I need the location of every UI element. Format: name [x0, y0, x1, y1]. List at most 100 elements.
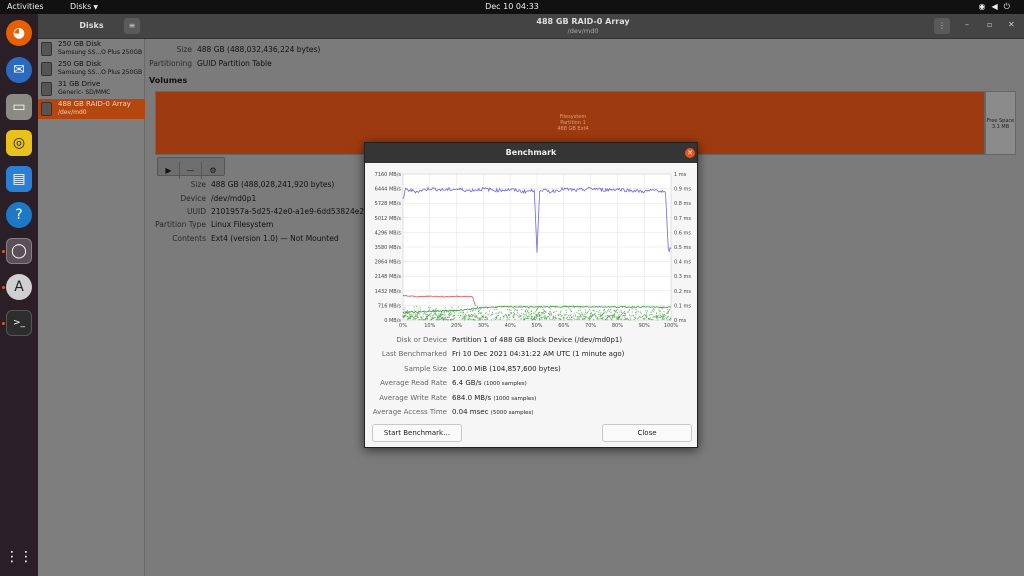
access-time-point [506, 319, 508, 321]
disk-item-selected[interactable]: 488 GB RAID-0 Array /dev/md0 [38, 99, 145, 119]
access-time-point [487, 314, 489, 316]
access-time-point [563, 319, 565, 321]
access-time-point [490, 314, 492, 317]
disks-icon[interactable]: ◯ [6, 238, 32, 264]
terminal-icon[interactable]: >_ [6, 310, 32, 336]
show-applications-icon[interactable]: ⋮⋮ [5, 544, 33, 570]
access-time-point [596, 311, 598, 313]
access-time-point [559, 311, 561, 313]
access-time-point [428, 308, 431, 310]
access-time-point [422, 313, 425, 315]
access-time-point [425, 315, 427, 317]
access-time-point [607, 309, 610, 311]
access-time-point [525, 309, 527, 311]
access-time-point [531, 316, 534, 318]
close-button[interactable]: Close [602, 424, 692, 442]
thunderbird-icon[interactable]: ✉ [6, 57, 32, 83]
minimize-icon[interactable]: – [965, 20, 969, 29]
play-icon[interactable]: ▶ [158, 162, 180, 179]
access-time-point [464, 313, 466, 316]
access-time-point [454, 317, 456, 319]
free-space-volume[interactable]: Free Space 3.1 MB [985, 91, 1016, 155]
minus-icon[interactable]: — [180, 162, 202, 179]
access-time-point [640, 317, 642, 319]
access-time-point [606, 317, 609, 319]
access-time-label: Average Access Time [372, 408, 447, 416]
drive-options-icon[interactable]: ⋮ [934, 18, 950, 34]
access-time-point [538, 311, 540, 314]
sample-size-value: 100.0 MiB (104,857,600 bytes) [452, 365, 561, 373]
software-updater-icon[interactable]: A [6, 274, 32, 300]
access-time-point [513, 317, 515, 319]
access-time-point [463, 313, 465, 315]
free-space-size: 3.1 MB [991, 124, 1010, 130]
access-time-point [458, 312, 460, 314]
window-close-icon[interactable]: ✕ [1008, 20, 1015, 29]
y2-tick-label: 0.7 ms [674, 216, 691, 222]
help-icon[interactable]: ? [6, 202, 32, 228]
access-time-point [654, 309, 656, 311]
rhythmbox-icon[interactable]: ◎ [6, 130, 32, 156]
firefox-icon[interactable]: ◕ [6, 20, 32, 46]
access-time-point [516, 309, 519, 311]
access-time-point [480, 316, 482, 319]
access-time-point [403, 308, 405, 311]
access-time-point [527, 310, 529, 312]
access-time-point [435, 307, 437, 310]
access-time-point [472, 309, 474, 311]
access-time-point [534, 319, 536, 321]
access-time-point [623, 319, 625, 321]
access-time-point [648, 314, 651, 316]
access-time-point [411, 316, 413, 318]
drive-size: 488 GB (488,032,436,224 bytes) [197, 45, 321, 54]
access-time-point [536, 314, 538, 316]
access-time-point [647, 310, 649, 312]
access-time-point [507, 314, 510, 316]
access-time-point [633, 318, 635, 321]
access-time-point [532, 318, 534, 320]
access-time-point [598, 311, 600, 313]
access-time-point [631, 308, 633, 310]
access-time-point [637, 317, 640, 319]
system-tray[interactable]: ◉◀⏻ [979, 2, 1016, 12]
access-time-point [651, 310, 653, 312]
gears-icon[interactable]: ⚙ [202, 162, 224, 179]
x-tick-label: 40% [505, 323, 516, 329]
access-time-point [593, 314, 595, 316]
access-time-point [478, 309, 480, 312]
access-time-point [530, 313, 533, 315]
active-indicator [2, 250, 5, 253]
access-time-point [470, 313, 473, 316]
access-time-point [443, 318, 445, 320]
start-benchmark-button[interactable]: Start Benchmark… [372, 424, 462, 442]
access-time-point [648, 318, 650, 320]
access-time-point [519, 314, 521, 316]
y-tick-label: 6444 MB/s [375, 187, 402, 193]
clock[interactable]: Dec 10 04:33 [0, 2, 1024, 11]
files-icon[interactable]: ▭ [6, 94, 32, 120]
close-icon[interactable]: ✕ [685, 148, 695, 158]
access-time-point [513, 313, 516, 315]
access-time-point [606, 310, 609, 312]
access-time-point [538, 315, 540, 318]
hamburger-menu-icon[interactable]: ≡ [124, 18, 140, 34]
access-time-point [432, 315, 434, 317]
disk-item[interactable]: 31 GB Drive Generic- SD/MMC [38, 79, 145, 99]
libreoffice-writer-icon[interactable]: ▤ [6, 166, 32, 192]
access-time-point [645, 315, 647, 317]
access-time-point [589, 309, 591, 311]
access-time-point [612, 314, 614, 316]
access-time-point [539, 318, 541, 320]
access-time-point [658, 309, 660, 311]
maximize-icon[interactable]: ▫ [987, 20, 992, 29]
access-time-point [574, 314, 577, 316]
access-time-point [468, 314, 470, 316]
access-time-point [438, 313, 440, 315]
access-time-point [574, 315, 576, 317]
access-time-point [514, 318, 516, 320]
access-time-point [602, 312, 605, 314]
access-time-point [579, 316, 581, 318]
access-time-point [412, 318, 414, 321]
access-time-point [448, 313, 450, 315]
access-time-point [564, 313, 566, 315]
